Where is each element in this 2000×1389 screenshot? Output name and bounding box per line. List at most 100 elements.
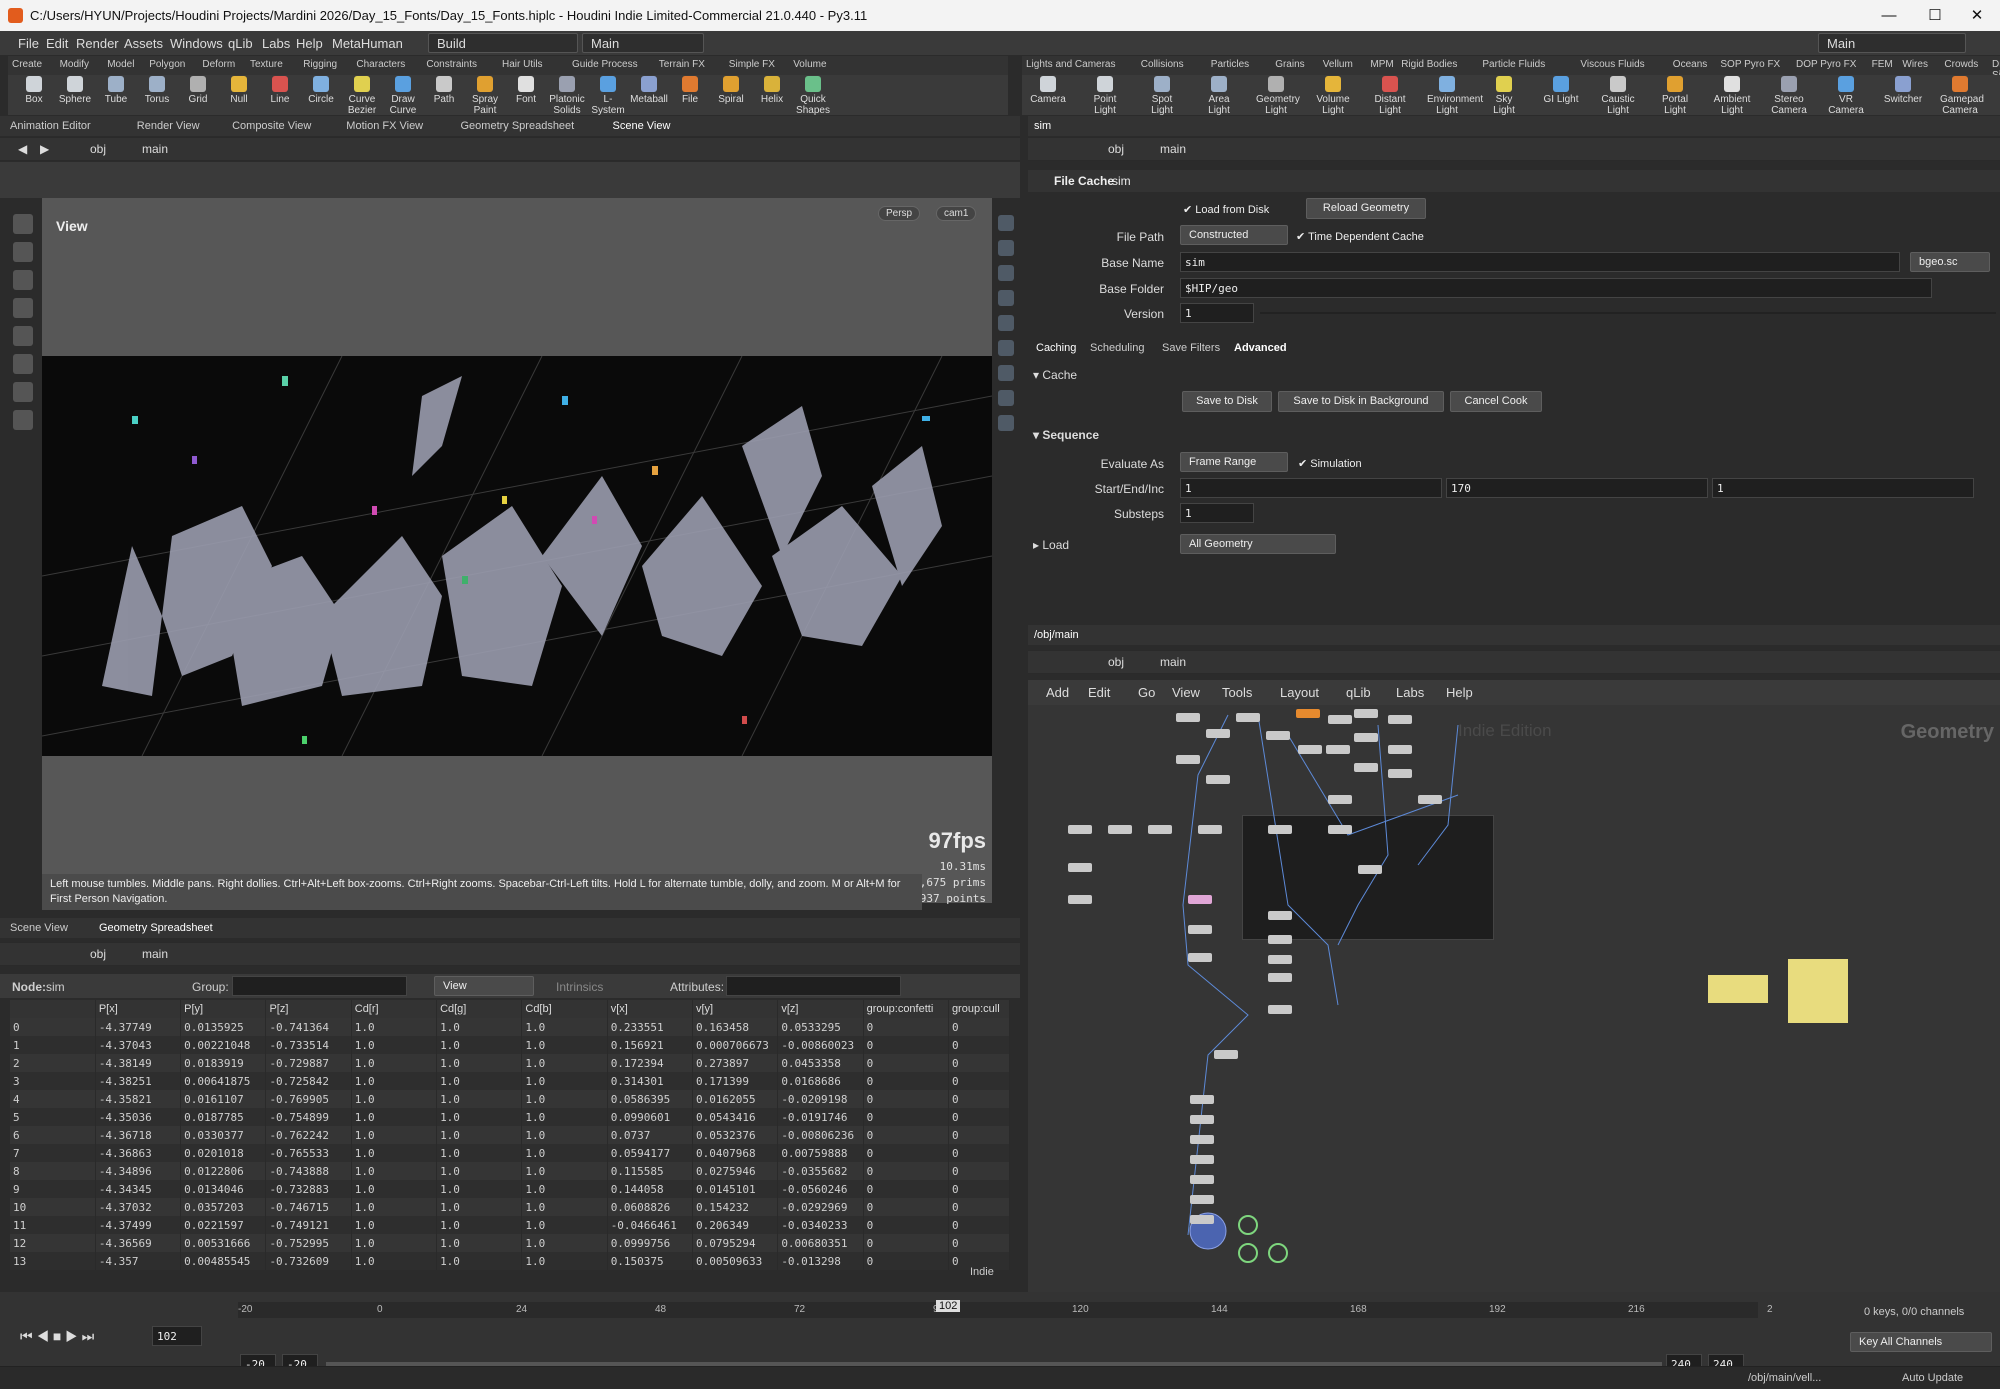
column-header[interactable]: P[x] xyxy=(95,1000,182,1018)
tool-stereo-camera[interactable]: Stereo Camera xyxy=(1769,76,1809,116)
current-frame-marker[interactable]: 102 xyxy=(936,1300,961,1312)
status-path[interactable]: /obj/main/vell... xyxy=(1748,1372,1821,1384)
tab-geometry-spreadsheet[interactable]: Geometry Spreadsheet xyxy=(461,120,575,132)
network-node[interactable] xyxy=(1190,1215,1214,1224)
tool-tube[interactable]: Tube xyxy=(96,76,136,105)
menu-labs[interactable]: Labs xyxy=(262,36,290,51)
sequence-section[interactable]: ▾ Sequence xyxy=(1033,428,1099,442)
save-bg-button[interactable]: Save to Disk in Background xyxy=(1278,391,1444,412)
column-header[interactable]: v[x] xyxy=(607,1000,694,1018)
network-node[interactable] xyxy=(1188,895,1212,904)
shelf-tab-left-9[interactable]: Hair Utils xyxy=(502,59,543,70)
attributes-field[interactable] xyxy=(726,976,901,996)
tool-distant-light[interactable]: Distant Light xyxy=(1370,76,1410,116)
tool-sky-light[interactable]: Sky Light xyxy=(1484,76,1524,116)
minimize-icon[interactable]: — xyxy=(1866,2,1912,29)
table-row[interactable]: 3 -4.38251 0.00641875 -0.725842 1.0 1.0 1.0 0.3… xyxy=(10,1072,1011,1090)
network-menu-layout[interactable]: Layout xyxy=(1280,685,1319,700)
tab-motion-fx-view[interactable]: Motion FX View xyxy=(346,120,423,132)
transform-tool-icon[interactable] xyxy=(13,242,33,262)
shelf-tab-right-7[interactable]: Particle Fluids xyxy=(1482,59,1545,70)
view-dropdown[interactable]: View xyxy=(434,976,534,996)
tool-metaball[interactable]: Metaball xyxy=(629,76,669,105)
table-row[interactable]: 9 -4.34345 0.0134046 -0.732883 1.0 1.0 1.0 0.14… xyxy=(10,1180,1011,1198)
shelf-tab-left-3[interactable]: Polygon xyxy=(149,59,185,70)
lower-tab-scene-view[interactable]: Scene View xyxy=(10,922,68,934)
path-obj-2[interactable]: obj xyxy=(90,947,106,961)
maximize-icon[interactable]: ☐ xyxy=(1912,2,1958,29)
tool-line[interactable]: Line xyxy=(260,76,300,105)
network-menu-labs[interactable]: Labs xyxy=(1396,685,1424,700)
close-icon[interactable]: ✕ xyxy=(1954,2,2000,29)
network-node[interactable] xyxy=(1328,795,1352,804)
network-node[interactable] xyxy=(1068,895,1092,904)
guides-icon[interactable] xyxy=(998,390,1014,406)
shelf-tab-left-13[interactable]: Volume xyxy=(793,59,826,70)
simulation-checkbox[interactable]: ✔ Simulation xyxy=(1298,457,1362,470)
column-header[interactable]: group:cull xyxy=(948,1000,1011,1018)
inc-field[interactable]: 1 xyxy=(1712,478,1974,498)
network-node[interactable] xyxy=(1176,713,1200,722)
shelf-tab-right-11[interactable]: DOP Pyro FX xyxy=(1796,59,1856,70)
network-editor[interactable]: Indie Edition Geometry xyxy=(1028,705,2000,1292)
shelf-tab-left-5[interactable]: Texture xyxy=(250,59,283,70)
persp-menu[interactable]: Persp xyxy=(878,206,921,221)
timeline-ruler[interactable]: -200244872961201441681922162 xyxy=(238,1302,1773,1318)
network-node[interactable] xyxy=(1068,825,1092,834)
column-header[interactable]: group:confetti xyxy=(863,1000,949,1018)
column-header[interactable]: v[y] xyxy=(692,1000,779,1018)
wireframe-icon[interactable] xyxy=(998,315,1014,331)
network-node[interactable] xyxy=(1268,825,1292,834)
desktop-build-dropdown[interactable]: Build xyxy=(428,33,578,53)
tool-font[interactable]: Font xyxy=(506,76,546,105)
tool-circle[interactable]: Circle xyxy=(301,76,341,105)
network-node[interactable] xyxy=(1206,775,1230,784)
column-header[interactable]: Cd[b] xyxy=(521,1000,608,1018)
snap-tool-icon[interactable] xyxy=(13,354,33,374)
points-display-icon[interactable] xyxy=(998,340,1014,356)
menu-edit[interactable]: Edit xyxy=(46,36,68,51)
load-from-disk-checkbox[interactable]: ✔ Load from Disk xyxy=(1183,203,1269,216)
network-node[interactable] xyxy=(1388,715,1412,724)
tool-environment-light[interactable]: Environment Light xyxy=(1427,76,1483,116)
tab-save-filters[interactable]: Save Filters xyxy=(1162,342,1220,354)
network-node[interactable] xyxy=(1296,709,1320,718)
tab-render-view[interactable]: Render View xyxy=(137,120,200,132)
tool-gamepad-camera[interactable]: Gamepad Camera xyxy=(1940,76,1984,116)
network-node[interactable] xyxy=(1190,1135,1214,1144)
network-menu-edit[interactable]: Edit xyxy=(1088,685,1110,700)
extension-dropdown[interactable]: bgeo.sc xyxy=(1910,252,1990,272)
tab-advanced[interactable]: Advanced xyxy=(1234,342,1287,354)
menu-render[interactable]: Render xyxy=(76,36,119,51)
network-node[interactable] xyxy=(1188,925,1212,934)
table-row[interactable]: 4 -4.35821 0.0161107 -0.769905 1.0 1.0 1.0 0.05… xyxy=(10,1090,1011,1108)
column-header[interactable]: v[z] xyxy=(777,1000,864,1018)
tool-box[interactable]: Box xyxy=(14,76,54,105)
network-node[interactable] xyxy=(1068,863,1092,872)
reload-geometry-button[interactable]: Reload Geometry xyxy=(1306,198,1426,219)
lighting-icon[interactable] xyxy=(998,290,1014,306)
file-path-dropdown[interactable]: Constructed xyxy=(1180,225,1288,245)
path-obj-4[interactable]: obj xyxy=(1108,655,1124,669)
network-menu-go[interactable]: Go xyxy=(1138,685,1155,700)
desktop-main-dropdown[interactable]: Main xyxy=(582,33,704,53)
tab-animation-editor[interactable]: Animation Editor xyxy=(10,120,91,132)
column-header[interactable]: Cd[g] xyxy=(436,1000,523,1018)
network-node[interactable] xyxy=(1354,763,1378,772)
shelf-tab-right-12[interactable]: FEM xyxy=(1872,59,1893,70)
tool-gi-light[interactable]: GI Light xyxy=(1541,76,1581,105)
table-row[interactable]: 7 -4.36863 0.0201018 -0.765533 1.0 1.0 1.0 0.05… xyxy=(10,1144,1011,1162)
network-node[interactable] xyxy=(1206,729,1230,738)
camera-tool-icon[interactable] xyxy=(13,410,33,430)
shelf-tab-right-14[interactable]: Crowds xyxy=(1944,59,1978,70)
save-to-disk-button[interactable]: Save to Disk xyxy=(1182,391,1272,412)
network-menu-help[interactable]: Help xyxy=(1446,685,1473,700)
tool-l-system[interactable]: L-System xyxy=(588,76,628,116)
shelf-tab-left-12[interactable]: Simple FX xyxy=(729,59,775,70)
table-row[interactable]: 0 -4.37749 0.0135925 -0.741364 1.0 1.0 1.0 0.23… xyxy=(10,1018,1011,1036)
time-dependent-checkbox[interactable]: ✔ Time Dependent Cache xyxy=(1296,230,1424,243)
network-node[interactable] xyxy=(1326,745,1350,754)
tab-composite-view[interactable]: Composite View xyxy=(232,120,311,132)
shelf-tab-right-6[interactable]: Rigid Bodies xyxy=(1401,59,1457,70)
cache-section[interactable]: ▾ Cache xyxy=(1033,368,1077,382)
